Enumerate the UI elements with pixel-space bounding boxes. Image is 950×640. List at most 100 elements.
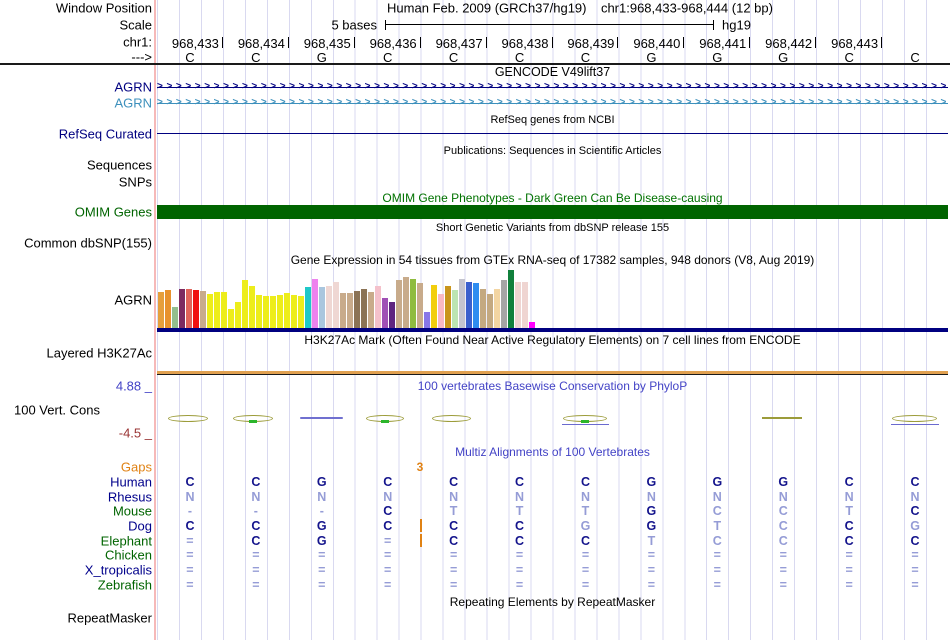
- gtex-bar[interactable]: [375, 286, 381, 328]
- gtex-bar[interactable]: [340, 293, 346, 328]
- gtex-bar[interactable]: [165, 289, 171, 328]
- repeatmasker-label[interactable]: RepeatMasker: [67, 611, 152, 626]
- gtex-bar[interactable]: [298, 296, 304, 328]
- alignment-base: G: [316, 518, 327, 533]
- refseq-gene-line[interactable]: [157, 133, 948, 135]
- gtex-bar[interactable]: [494, 288, 500, 328]
- alignment-base: C: [449, 533, 459, 548]
- gtex-bar[interactable]: [186, 288, 192, 328]
- gtex-bar[interactable]: [466, 281, 472, 328]
- gtex-bar[interactable]: [487, 294, 493, 328]
- alignment-base: N: [778, 489, 788, 504]
- gtex-bar[interactable]: [291, 294, 297, 328]
- gtex-bar[interactable]: [256, 294, 262, 328]
- coordinate-label: 968,439: [553, 36, 619, 51]
- alignment-base: C: [515, 475, 525, 489]
- vert-cons-label[interactable]: 100 Vert. Cons: [14, 403, 100, 418]
- gtex-bar[interactable]: [179, 288, 185, 328]
- alignment-base: N: [844, 489, 854, 504]
- gtex-bar[interactable]: [277, 294, 283, 328]
- species-label-chicken[interactable]: Chicken: [105, 548, 152, 563]
- common-dbsnp-label[interactable]: Common dbSNP(155): [24, 236, 152, 251]
- gtex-bar[interactable]: [319, 287, 325, 328]
- gaps-label[interactable]: Gaps: [121, 460, 152, 475]
- coordinate-label: 968,443: [816, 36, 883, 51]
- gtex-bar[interactable]: [438, 294, 444, 328]
- gtex-bar[interactable]: [354, 290, 360, 328]
- gtex-bar[interactable]: [263, 296, 269, 328]
- alignment-base: =: [318, 548, 326, 563]
- gtex-bar[interactable]: [249, 285, 255, 328]
- species-label-dog[interactable]: Dog: [128, 518, 152, 533]
- gtex-bar[interactable]: [214, 292, 220, 328]
- alignment-base: =: [186, 533, 194, 548]
- refseq-curated-label[interactable]: RefSeq Curated: [59, 127, 152, 142]
- gtex-bar[interactable]: [221, 292, 227, 328]
- species-label-human[interactable]: Human: [110, 475, 152, 490]
- window-position-label: Window Position: [55, 0, 152, 16]
- gtex-bar[interactable]: [207, 294, 213, 328]
- gtex-bar[interactable]: [228, 308, 234, 328]
- gtex-bar[interactable]: [305, 287, 311, 328]
- species-label-zebrafish[interactable]: Zebrafish: [98, 577, 152, 592]
- gtex-bar[interactable]: [284, 293, 290, 328]
- gtex-bar[interactable]: [242, 279, 248, 328]
- species-label-x_tropicalis[interactable]: X_tropicalis: [85, 562, 152, 577]
- gap-insertion-mark: [419, 534, 422, 548]
- gtex-bar[interactable]: [200, 291, 206, 328]
- species-label-rhesus[interactable]: Rhesus: [108, 489, 152, 504]
- gene-model-agrn-0[interactable]: >>>>>>>>>>>>>>>>>>>>>>>>>>>>>>>>>>>>>>>>…: [157, 81, 948, 93]
- gtex-bar[interactable]: [473, 282, 479, 328]
- alignment-base: =: [318, 562, 326, 577]
- gtex-bar[interactable]: [452, 289, 458, 328]
- sequences-label[interactable]: Sequences: [87, 158, 152, 173]
- coordinate-label: 968,438: [487, 36, 553, 51]
- gtex-bar[interactable]: [445, 286, 451, 328]
- gtex-bar[interactable]: [368, 292, 374, 328]
- gtex-bar[interactable]: [270, 296, 276, 328]
- omim-gene-bar[interactable]: [157, 205, 948, 219]
- gtex-bar[interactable]: [193, 290, 199, 328]
- alignment-base: =: [845, 577, 853, 592]
- gtex-bar[interactable]: [382, 297, 388, 328]
- gtex-bar[interactable]: [515, 281, 521, 328]
- base-letter: C: [514, 50, 525, 65]
- species-label-elephant[interactable]: Elephant: [101, 533, 152, 548]
- gtex-bar[interactable]: [158, 292, 164, 328]
- gtex-bar[interactable]: [417, 282, 423, 328]
- gtex-bar[interactable]: [410, 278, 416, 328]
- gtex-bar[interactable]: [361, 288, 367, 328]
- gtex-bar[interactable]: [424, 311, 430, 328]
- gtex-bar[interactable]: [522, 281, 528, 328]
- gtex-bar[interactable]: [347, 293, 353, 328]
- gene-label-agrn-1[interactable]: AGRN: [114, 96, 152, 111]
- snps-label[interactable]: SNPs: [119, 175, 152, 190]
- omim-track-title: OMIM Gene Phenotypes - Dark Green Can Be…: [382, 191, 723, 205]
- gtex-bar[interactable]: [333, 281, 339, 328]
- conservation-min-value: -4.5 _: [118, 425, 152, 441]
- gene-label-agrn-0[interactable]: AGRN: [114, 80, 152, 95]
- gtex-bar[interactable]: [312, 279, 318, 328]
- gtex-bar[interactable]: [396, 280, 402, 328]
- gtex-bar[interactable]: [480, 288, 486, 328]
- alignment-base: N: [251, 489, 261, 504]
- gtex-bar[interactable]: [459, 278, 465, 328]
- gtex-bar[interactable]: [508, 270, 514, 328]
- gtex-bar[interactable]: [172, 307, 178, 328]
- gtex-bar[interactable]: [501, 280, 507, 328]
- layered-h3k27ac-label[interactable]: Layered H3K27Ac: [46, 346, 152, 361]
- conservation-green-mark: [581, 420, 589, 423]
- coordinate-label: 968,442: [750, 36, 817, 51]
- omim-genes-label[interactable]: OMIM Genes: [75, 205, 152, 220]
- gtex-bar[interactable]: [326, 285, 332, 328]
- alignment-base: =: [647, 562, 656, 577]
- species-label-mouse[interactable]: Mouse: [113, 504, 152, 519]
- gene-model-agrn-1[interactable]: >>>>>>>>>>>>>>>>>>>>>>>>>>>>>>>>>>>>>>>>…: [157, 97, 948, 109]
- gtex-bar[interactable]: [389, 301, 395, 328]
- gtex-bar[interactable]: [235, 302, 241, 328]
- gtex-bar[interactable]: [403, 276, 409, 328]
- alignment-base: -: [187, 504, 193, 519]
- gencode-track-title: GENCODE V49lift37: [494, 65, 611, 79]
- base-letter: C: [251, 50, 261, 65]
- gtex-bar[interactable]: [431, 284, 437, 328]
